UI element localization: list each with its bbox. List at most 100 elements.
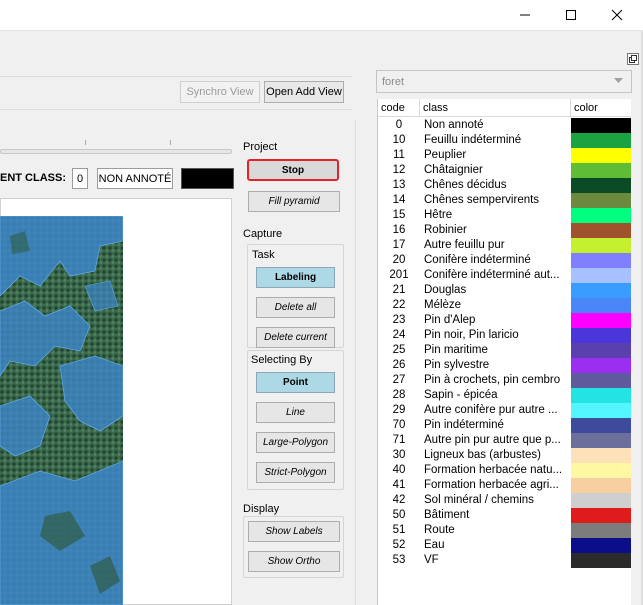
maximize-button[interactable] — [548, 0, 594, 30]
cell-class: Conifère indéterminé — [424, 254, 531, 266]
table-row[interactable]: 0 Non annoté — [378, 118, 631, 133]
table-row[interactable]: 23 Pin d'Alep — [378, 313, 631, 328]
cell-color-swatch[interactable] — [571, 388, 631, 403]
stop-button[interactable]: Stop — [247, 159, 339, 181]
column-header-color[interactable]: color — [571, 99, 631, 117]
table-row[interactable]: 16 Robinier — [378, 223, 631, 238]
table-row[interactable]: 42 Sol minéral / chemins — [378, 493, 631, 508]
delete-all-button[interactable]: Delete all — [256, 297, 335, 318]
cell-color-swatch[interactable] — [571, 223, 631, 238]
column-header-code[interactable]: code — [378, 99, 420, 117]
cell-color-swatch[interactable] — [571, 253, 631, 268]
cell-color-swatch[interactable] — [571, 193, 631, 208]
cell-class: Eau — [424, 539, 445, 551]
table-row[interactable]: 50 Bâtiment — [378, 508, 631, 523]
cell-color-swatch[interactable] — [571, 523, 631, 538]
cell-color-swatch[interactable] — [571, 148, 631, 163]
nomenclature-combo[interactable]: foret — [376, 70, 632, 93]
ortho-image[interactable] — [0, 216, 123, 605]
delete-current-button[interactable]: Delete current — [256, 327, 335, 348]
cell-color-swatch[interactable] — [571, 118, 631, 133]
table-row[interactable]: 22 Mélèze — [378, 298, 631, 313]
cell-color-swatch[interactable] — [571, 358, 631, 373]
cell-code: 29 — [392, 404, 406, 416]
project-group-title: Project — [243, 141, 278, 153]
table-row[interactable]: 51 Route — [378, 523, 631, 538]
table-row[interactable]: 14 Chênes sempervirents — [378, 193, 631, 208]
cell-color-swatch[interactable] — [571, 493, 631, 508]
cell-color-swatch[interactable] — [571, 133, 631, 148]
cell-color-swatch[interactable] — [571, 403, 631, 418]
table-row[interactable]: 11 Peuplier — [378, 148, 631, 163]
table-row[interactable]: 30 Ligneux bas (arbustes) — [378, 448, 631, 463]
table-row[interactable]: 70 Pin indéterminé — [378, 418, 631, 433]
cell-color-swatch[interactable] — [571, 418, 631, 433]
cell-color-swatch[interactable] — [571, 178, 631, 193]
table-row[interactable]: 40 Formation herbacée natu... — [378, 463, 631, 478]
cell-class: Pin sylvestre — [424, 359, 490, 371]
close-button[interactable] — [594, 0, 640, 30]
close-icon — [611, 9, 623, 21]
show-labels-button[interactable]: Show Labels — [248, 521, 340, 542]
table-row[interactable]: 10 Feuillu indéterminé — [378, 133, 631, 148]
cell-color-swatch[interactable] — [571, 448, 631, 463]
strict-polygon-mode-button[interactable]: Strict-Polygon — [256, 462, 335, 483]
cell-color-swatch[interactable] — [571, 298, 631, 313]
cell-class: Autre feuillu pur — [424, 239, 505, 251]
cell-color-swatch[interactable] — [571, 328, 631, 343]
table-row[interactable]: 29 Autre conifère pur autre ... — [378, 403, 631, 418]
column-header-class[interactable]: class — [420, 99, 571, 117]
cell-class: Feuillu indéterminé — [424, 134, 522, 146]
cell-color-swatch[interactable] — [571, 283, 631, 298]
cell-color-swatch[interactable] — [571, 238, 631, 253]
table-row[interactable]: 24 Pin noir, Pin laricio — [378, 328, 631, 343]
dock-float-button[interactable] — [627, 53, 639, 65]
current-class-count: 0 — [72, 168, 88, 189]
cell-color-swatch[interactable] — [571, 478, 631, 493]
labeling-button[interactable]: Labeling — [256, 267, 335, 288]
large-polygon-mode-button[interactable]: Large-Polygon — [256, 432, 335, 453]
cell-class: Douglas — [424, 284, 467, 296]
table-row[interactable]: 201 Conifère indéterminé aut... — [378, 268, 631, 283]
cell-color-swatch[interactable] — [571, 208, 631, 223]
table-row[interactable]: 15 Hêtre — [378, 208, 631, 223]
cell-code: 50 — [392, 509, 406, 521]
table-row[interactable]: 53 VF — [378, 553, 631, 568]
cell-color-swatch[interactable] — [571, 508, 631, 523]
cell-code: 28 — [392, 389, 406, 401]
show-ortho-button[interactable]: Show Ortho — [248, 551, 340, 572]
table-row[interactable]: 12 Châtaignier — [378, 163, 631, 178]
cell-color-swatch[interactable] — [571, 343, 631, 358]
table-row[interactable]: 21 Douglas — [378, 283, 631, 298]
cell-color-swatch[interactable] — [571, 268, 631, 283]
cell-color-swatch[interactable] — [571, 163, 631, 178]
table-row[interactable]: 71 Autre pin pur autre que p... — [378, 433, 631, 448]
open-add-view-button[interactable]: Open Add View — [264, 81, 344, 103]
table-row[interactable]: 25 Pin maritime — [378, 343, 631, 358]
synchro-view-button[interactable]: Synchro View — [180, 81, 260, 103]
table-header: code class color — [378, 99, 631, 117]
minimize-button[interactable] — [502, 0, 548, 30]
table-row[interactable]: 27 Pin à crochets, pin cembro — [378, 373, 631, 388]
table-row[interactable]: 20 Conifère indéterminé — [378, 253, 631, 268]
cell-class: Pin d'Alep — [424, 314, 476, 326]
table-row[interactable]: 41 Formation herbacée agri... — [378, 478, 631, 493]
table-row[interactable]: 13 Chênes décidus — [378, 178, 631, 193]
line-mode-button[interactable]: Line — [256, 402, 335, 423]
cell-color-swatch[interactable] — [571, 463, 631, 478]
cell-color-swatch[interactable] — [571, 538, 631, 553]
cell-code: 51 — [392, 524, 406, 536]
cell-color-swatch[interactable] — [571, 313, 631, 328]
table-row[interactable]: 17 Autre feuillu pur — [378, 238, 631, 253]
table-row[interactable]: 28 Sapin - épicéa — [378, 388, 631, 403]
table-row[interactable]: 52 Eau — [378, 538, 631, 553]
cell-class: Chênes décidus — [424, 179, 507, 191]
cell-color-swatch[interactable] — [571, 373, 631, 388]
cell-color-swatch[interactable] — [571, 553, 631, 568]
point-mode-button[interactable]: Point — [256, 372, 335, 393]
table-row[interactable]: 26 Pin sylvestre — [378, 358, 631, 373]
zoom-slider[interactable] — [0, 149, 232, 154]
fill-pyramid-button[interactable]: Fill pyramid — [248, 191, 340, 212]
cell-class: Autre conifère pur autre ... — [424, 404, 558, 416]
cell-color-swatch[interactable] — [571, 433, 631, 448]
